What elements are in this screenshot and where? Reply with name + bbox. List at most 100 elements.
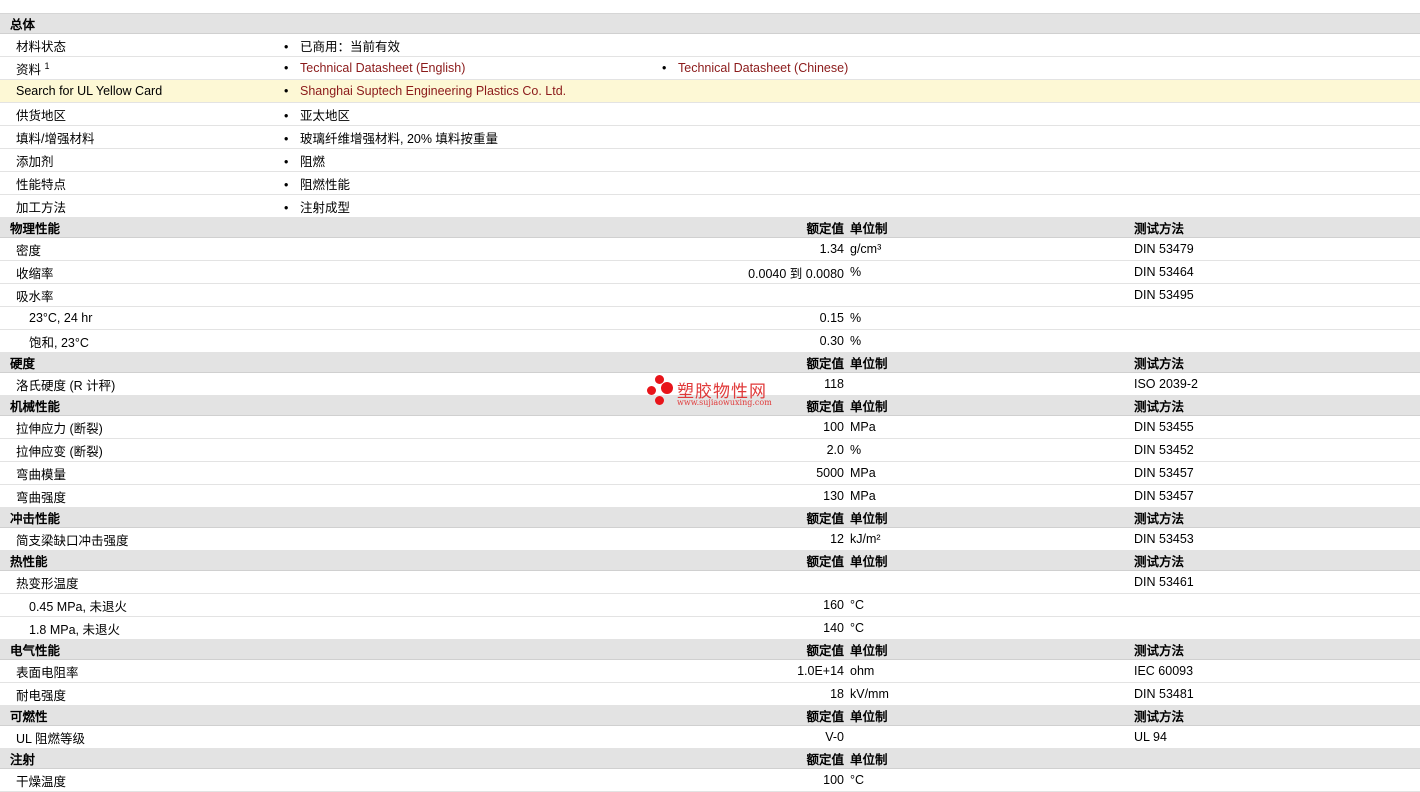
property-row: 1.8 MPa, 未退火 140 °C	[0, 616, 1420, 640]
row-ul-yellow-card: Search for UL Yellow Card • Shanghai Supt…	[0, 79, 1420, 103]
section-title: 热性能	[0, 550, 284, 571]
section-title: 物理性能	[0, 217, 284, 238]
section-hardness: 硬度 额定值 单位制 测试方法	[0, 352, 1420, 373]
property-unit: MPa	[850, 484, 1134, 508]
header-test: 测试方法	[1134, 352, 1420, 373]
property-label: 洛氏硬度 (R 计秤)	[0, 372, 284, 396]
property-unit: MPa	[850, 461, 1134, 485]
header-nominal: 额定值	[284, 705, 850, 726]
logo-dot-icon	[655, 396, 664, 405]
property-row: 23°C, 24 hr 0.15%	[0, 306, 1420, 330]
header-nominal: 额定值	[284, 507, 850, 528]
region-value: 亚太地区	[300, 108, 351, 123]
filler-value: 玻璃纤维增强材料, 20% 填料按重量	[300, 131, 498, 146]
section-title: 机械性能	[0, 395, 284, 416]
header-unit: 单位制	[850, 748, 1134, 769]
bullet-icon: •	[284, 39, 289, 54]
header-unit: 单位制	[850, 705, 1134, 726]
row-material-status: 材料状态 • 已商用：当前有效	[0, 33, 1420, 57]
bullet-icon: •	[284, 200, 289, 215]
property-unit: kV/mm	[850, 682, 1134, 706]
header-unit: 单位制	[850, 217, 1134, 238]
section-title: 电气性能	[0, 639, 284, 660]
property-label: 拉伸应变 (断裂)	[0, 438, 284, 462]
property-test-method: DIN 53455	[1134, 415, 1420, 439]
property-value: 12	[284, 527, 850, 551]
property-test-method: DIN 53479	[1134, 237, 1420, 261]
property-label: 1.8 MPa, 未退火	[0, 616, 284, 640]
bullet-icon: •	[284, 154, 289, 169]
property-row: 0.45 MPa, 未退火 160 °C	[0, 593, 1420, 617]
property-value: 1.34	[284, 237, 850, 261]
property-test-method: DIN 53457	[1134, 484, 1420, 508]
property-value: 140	[284, 616, 850, 640]
property-test-method	[1134, 306, 1420, 330]
property-test-method: DIN 53461	[1134, 570, 1420, 594]
section-electrical: 电气性能 额定值 单位制 测试方法	[0, 639, 1420, 660]
property-value: 100	[284, 768, 850, 792]
property-test-method: DIN 53453	[1134, 527, 1420, 551]
property-label: 0.45 MPa, 未退火	[0, 593, 284, 617]
section-title: 注射	[0, 748, 284, 769]
row-label: 材料状态	[0, 33, 284, 57]
property-unit	[850, 570, 1134, 594]
row-label: 加工方法	[0, 194, 284, 218]
property-value: 18	[284, 682, 850, 706]
header-test: 测试方法	[1134, 639, 1420, 660]
property-value: 0.30	[284, 329, 850, 353]
section-general: 总体	[0, 14, 1420, 34]
property-test-method	[1134, 593, 1420, 617]
section-impact: 冲击性能 额定值 单位制 测试方法	[0, 507, 1420, 528]
row-value: • 阻燃	[284, 148, 1420, 172]
property-label: 表面电阻率	[0, 659, 284, 683]
property-label: 收缩率	[0, 260, 284, 284]
row-region: 供货地区 • 亚太地区	[0, 102, 1420, 126]
property-row: 干燥温度 100 °C	[0, 768, 1420, 792]
row-documents: 资料 1 • Technical Datasheet (English) • Tech…	[0, 56, 1420, 80]
property-test-method: IEC 60093	[1134, 659, 1420, 683]
doc-english-link[interactable]: Technical Datasheet (English)	[300, 61, 465, 75]
header-unit: 单位制	[850, 639, 1134, 660]
property-unit	[850, 372, 1134, 396]
property-label: 23°C, 24 hr	[0, 306, 284, 330]
property-label: 简支梁缺口冲击强度	[0, 527, 284, 551]
property-test-method	[1134, 768, 1420, 792]
property-label: 吸水率	[0, 283, 284, 307]
property-value: 160	[284, 593, 850, 617]
bullet-icon: •	[284, 177, 289, 192]
header-nominal: 额定值	[284, 550, 850, 571]
property-label: 耐电强度	[0, 682, 284, 706]
section-flammability: 可燃性 额定值 单位制 测试方法	[0, 705, 1420, 726]
header-test: 测试方法	[1134, 395, 1420, 416]
property-label: 热变形温度	[0, 570, 284, 594]
ul-company-link[interactable]: Shanghai Suptech Engineering Plastics Co…	[300, 84, 566, 98]
row-value: • 玻璃纤维增强材料, 20% 填料按重量	[284, 125, 1420, 149]
property-unit: ohm	[850, 659, 1134, 683]
property-row: 简支梁缺口冲击强度 12 kJ/m² DIN 53453	[0, 527, 1420, 551]
property-test-method	[1134, 329, 1420, 353]
material-status-value: 已商用：当前有效	[300, 39, 401, 54]
property-value: 5000	[284, 461, 850, 485]
property-label: 拉伸应力 (断裂)	[0, 415, 284, 439]
doc-chinese-link[interactable]: Technical Datasheet (Chinese)	[678, 61, 848, 75]
property-unit: MPa	[850, 415, 1134, 439]
property-unit	[850, 283, 1134, 307]
property-value: 100	[284, 415, 850, 439]
row-value: • Shanghai Suptech Engineering Plastics C…	[284, 79, 1420, 103]
header-test: 测试方法	[1134, 550, 1420, 571]
row-features: 性能特点 • 阻燃性能	[0, 171, 1420, 195]
property-unit: %	[850, 438, 1134, 462]
property-row: 耐电强度 18 kV/mm DIN 53481	[0, 682, 1420, 706]
property-unit: %	[850, 329, 1134, 353]
row-value: • 亚太地区	[284, 102, 1420, 126]
property-unit	[850, 725, 1134, 749]
property-test-method: UL 94	[1134, 725, 1420, 749]
section-thermal: 热性能 额定值 单位制 测试方法	[0, 550, 1420, 571]
property-row: 饱和, 23°C 0.30%	[0, 329, 1420, 353]
property-value	[284, 283, 850, 307]
property-unit: g/cm³	[850, 237, 1134, 261]
row-processing: 加工方法 • 注射成型	[0, 194, 1420, 218]
property-label: 密度	[0, 237, 284, 261]
doc-chinese-cell	[850, 56, 1420, 80]
footnote-marker: 1	[44, 60, 50, 71]
